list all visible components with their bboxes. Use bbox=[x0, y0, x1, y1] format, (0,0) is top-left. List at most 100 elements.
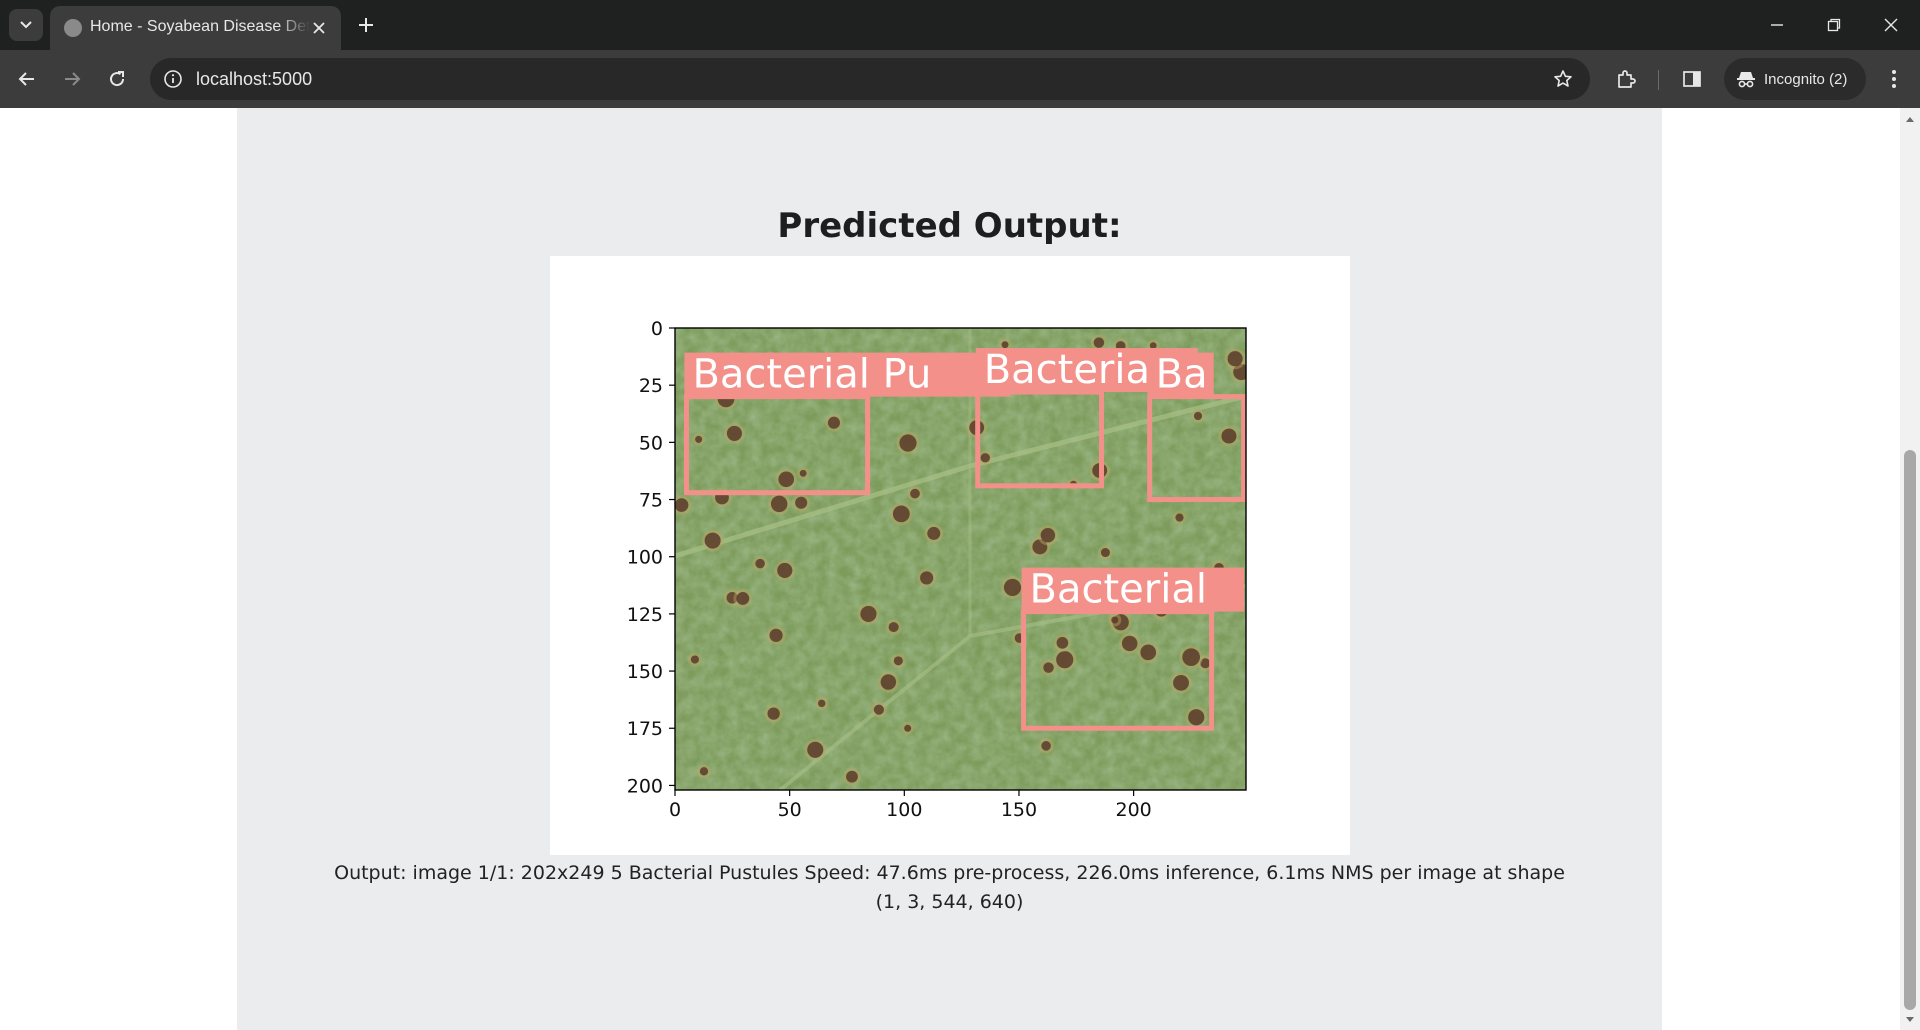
lesion-spot bbox=[755, 558, 765, 569]
prediction-figure: Bacterial Pu Bacteria Ba Bacterial 0 50 100 15… bbox=[550, 256, 1350, 855]
reload-button[interactable] bbox=[99, 61, 135, 97]
plus-icon bbox=[359, 18, 373, 32]
side-panel-icon[interactable] bbox=[1676, 63, 1708, 95]
reload-icon bbox=[110, 71, 125, 87]
lesion-spot bbox=[695, 435, 703, 443]
browser-tab-strip: Home - Soyabean Disease Detection bbox=[0, 0, 1920, 50]
lesion-spot bbox=[778, 471, 795, 488]
minimize-button[interactable] bbox=[1752, 0, 1802, 50]
bookmark-star-icon[interactable] bbox=[1552, 68, 1574, 90]
lesion-spot bbox=[699, 767, 709, 776]
lesion-spot bbox=[846, 770, 858, 783]
lesion-spot bbox=[736, 592, 750, 605]
lesion-spot bbox=[726, 425, 742, 441]
x-tick-label: 0 bbox=[669, 799, 681, 821]
x-tick-label: 50 bbox=[778, 799, 802, 821]
prediction-plot: Bacterial Pu Bacteria Ba Bacterial 0 50 100 15… bbox=[627, 318, 1247, 821]
lesion-spot bbox=[1121, 635, 1138, 652]
lesion-spot bbox=[770, 495, 788, 513]
lesion-spot bbox=[827, 416, 840, 429]
site-info-icon[interactable] bbox=[162, 68, 184, 90]
lesion-spot bbox=[980, 453, 990, 463]
extensions-puzzle-icon[interactable] bbox=[1610, 63, 1642, 95]
lesion-spot bbox=[880, 674, 897, 690]
lesion-spot bbox=[769, 628, 783, 642]
lesion-spot bbox=[690, 655, 699, 664]
lesion-spot bbox=[1173, 674, 1189, 691]
lesion-spot bbox=[1227, 351, 1243, 367]
lesion-spot bbox=[1175, 513, 1184, 522]
x-tick-label: 200 bbox=[1116, 799, 1152, 821]
lesion-spot bbox=[1193, 411, 1203, 421]
back-button[interactable] bbox=[9, 61, 45, 97]
lesion-spot bbox=[1188, 709, 1205, 726]
lesion-spot bbox=[1111, 616, 1119, 624]
forward-button[interactable] bbox=[54, 61, 90, 97]
lesion-spot bbox=[1149, 342, 1157, 349]
new-tab-button[interactable] bbox=[352, 11, 380, 39]
y-tick-label: 25 bbox=[639, 375, 663, 397]
y-tick-label: 200 bbox=[627, 775, 663, 797]
incognito-label: Incognito (2) bbox=[1764, 70, 1848, 88]
lesion-spot bbox=[1041, 741, 1051, 751]
detection-label-text: Ba bbox=[1156, 352, 1208, 398]
url-text: localhost:5000 bbox=[196, 69, 313, 89]
lesion-spot bbox=[1140, 644, 1157, 661]
lesion-spot bbox=[899, 434, 917, 452]
y-tick-label: 0 bbox=[651, 318, 663, 340]
address-bar[interactable]: localhost:5000 bbox=[150, 58, 1590, 100]
lesion-spot bbox=[704, 532, 721, 549]
more-menu-icon[interactable] bbox=[1878, 63, 1910, 95]
content-panel: Predicted Output: Bacterial Pu Bacteria … bbox=[237, 108, 1662, 1030]
lesion-spot bbox=[1056, 637, 1069, 649]
y-tick-label: 175 bbox=[627, 718, 663, 740]
lesion-spot bbox=[888, 622, 899, 633]
browser-tab-active[interactable]: Home - Soyabean Disease Detection bbox=[50, 6, 341, 50]
output-summary-text: Output: image 1/1: 202x249 5 Bacterial P… bbox=[334, 862, 1565, 913]
arrow-left-icon bbox=[18, 72, 34, 86]
scroll-up-arrow-icon[interactable] bbox=[1900, 112, 1920, 126]
lesion-spot bbox=[910, 488, 920, 499]
lesion-spot bbox=[1043, 662, 1054, 673]
detection-label-text: Bacteria bbox=[984, 347, 1150, 393]
lesion-spot bbox=[817, 699, 826, 708]
page-title: Predicted Output: bbox=[777, 206, 1122, 246]
scrollbar-thumb[interactable] bbox=[1904, 450, 1916, 1010]
tab-close-button[interactable] bbox=[309, 18, 329, 38]
x-tick-label: 100 bbox=[886, 799, 922, 821]
tab-search-button[interactable] bbox=[9, 9, 43, 41]
y-tick-label: 150 bbox=[627, 661, 663, 683]
y-tick-label: 125 bbox=[627, 604, 663, 626]
lesion-spot bbox=[1100, 547, 1110, 558]
detection-label-text: Bacterial bbox=[1030, 567, 1207, 613]
lesion-spot bbox=[892, 505, 910, 523]
chevron-down-icon bbox=[20, 21, 32, 29]
y-tick-label: 50 bbox=[639, 432, 663, 454]
lesion-spot bbox=[675, 498, 689, 512]
scroll-down-arrow-icon[interactable] bbox=[1900, 1012, 1920, 1026]
x-tick-label: 150 bbox=[1001, 799, 1037, 821]
lesion-spot bbox=[1003, 578, 1022, 597]
incognito-profile-button[interactable]: Incognito (2) bbox=[1724, 58, 1866, 100]
y-tick-label: 75 bbox=[639, 490, 663, 512]
browser-toolbar: localhost:5000 Incognito (2) bbox=[0, 50, 1920, 108]
lesion-spot bbox=[1221, 428, 1237, 444]
lesion-spot bbox=[799, 469, 807, 477]
lesion-spot bbox=[927, 526, 941, 540]
toolbar-divider bbox=[1658, 70, 1659, 90]
close-window-button[interactable] bbox=[1866, 0, 1916, 50]
close-icon bbox=[313, 22, 325, 34]
y-tick-label: 100 bbox=[627, 547, 663, 569]
incognito-icon bbox=[1737, 72, 1755, 88]
lesion-spot bbox=[807, 741, 824, 758]
lesion-spot bbox=[767, 707, 780, 720]
restore-button[interactable] bbox=[1809, 0, 1859, 50]
lesion-spot bbox=[795, 496, 808, 509]
lesion-spot bbox=[777, 562, 793, 579]
globe-icon bbox=[64, 19, 82, 37]
tab-title: Home - Soyabean Disease Detection bbox=[90, 18, 310, 35]
page-viewport: Predicted Output: Bacterial Pu Bacteria … bbox=[0, 108, 1900, 1030]
lesion-spot bbox=[920, 571, 934, 585]
page-scrollbar[interactable] bbox=[1900, 108, 1920, 1030]
lesion-spot bbox=[860, 605, 877, 622]
